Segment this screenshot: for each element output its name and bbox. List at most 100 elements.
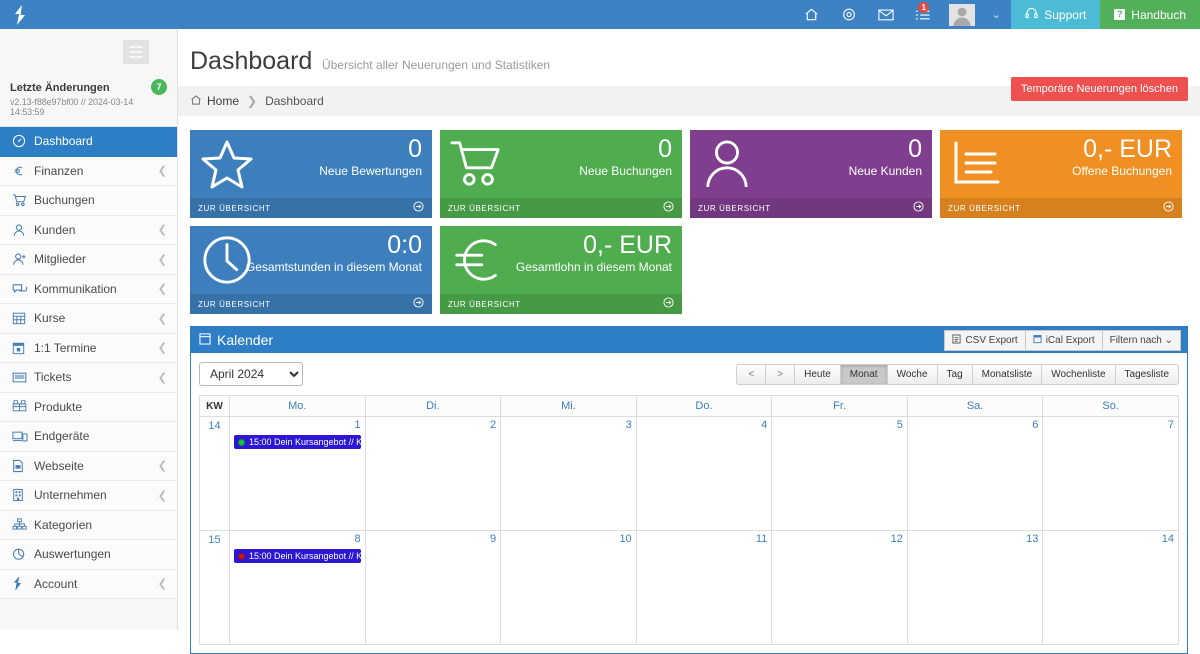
stat-card-footer-link[interactable]: ZUR ÜBERSICHT — [190, 294, 432, 314]
tasklist-icon[interactable]: 1 — [904, 0, 941, 29]
sidebar-item-1-1-termine[interactable]: 1:1 Termine❮ — [0, 334, 177, 364]
calendar-view-tagesliste[interactable]: Tagesliste — [1115, 364, 1179, 385]
chevron-down-icon[interactable]: ⌄ — [981, 8, 1011, 21]
calendar-view-prev[interactable]: < — [736, 364, 765, 385]
calendar-button-label: iCal Export — [1046, 335, 1095, 346]
brand-logo-icon[interactable] — [0, 0, 40, 29]
stat-card[interactable]: 0Neue BewertungenZUR ÜBERSICHT — [190, 130, 432, 218]
stat-card-footer-link[interactable]: ZUR ÜBERSICHT — [440, 294, 682, 314]
calendar-event[interactable]: 15:00 Dein Kursangebot // K — [234, 549, 361, 563]
sidebar-item-kommunikation[interactable]: Kommunikation❮ — [0, 275, 177, 305]
calendar-day-cell[interactable]: 12 — [772, 531, 908, 645]
sidebar-item-account[interactable]: Account❮ — [0, 570, 177, 600]
calendar-view-woche[interactable]: Woche — [887, 364, 937, 385]
sidebar-item-label: Kurse — [34, 311, 158, 325]
stat-card[interactable]: 0,- EURGesamtlohn in diesem MonatZUR ÜBE… — [440, 226, 682, 314]
chevron-left-icon: ❮ — [158, 577, 167, 590]
calendar-view-next[interactable]: > — [765, 364, 794, 385]
sidebar-item-produkte[interactable]: Produkte — [0, 393, 177, 423]
calendar-day-cell[interactable]: 5 — [772, 417, 908, 531]
stat-card-grid: 0Neue BewertungenZUR ÜBERSICHT0Neue Buch… — [178, 116, 1200, 314]
calendar-day-cell[interactable]: 1 15:00 Dein Kursangebot // K — [230, 417, 366, 531]
calendar-view-wochenliste[interactable]: Wochenliste — [1041, 364, 1114, 385]
euro-icon — [448, 232, 506, 288]
sidebar-item-webseite[interactable]: Webseite❮ — [0, 452, 177, 482]
sidebar-item-buchungen[interactable]: Buchungen — [0, 186, 177, 216]
calendar-view-monatsliste[interactable]: Monatsliste — [972, 364, 1042, 385]
chevron-left-icon: ❮ — [158, 282, 167, 295]
calendar-view-monat[interactable]: Monat — [840, 364, 887, 385]
calendar-grid-icon — [12, 311, 34, 325]
calendar-day-cell[interactable]: 10 — [501, 531, 637, 645]
calendar-ical-export-button[interactable]: iCal Export — [1025, 330, 1102, 351]
delete-temporary-news-button[interactable]: Temporäre Neuerungen löschen — [1011, 77, 1188, 101]
sidebar-item-dashboard[interactable]: Dashboard — [0, 127, 177, 157]
avatar[interactable] — [949, 4, 975, 26]
envelope-icon[interactable] — [867, 0, 904, 29]
calendar-view-heute[interactable]: Heute — [794, 364, 840, 385]
chevron-left-icon: ❮ — [158, 312, 167, 325]
calendar-day-number: 2 — [370, 419, 497, 431]
calendar-day-number: 4 — [641, 419, 768, 431]
calendar-day-cell[interactable]: 7 — [1043, 417, 1179, 531]
breadcrumb-item-dashboard[interactable]: Dashboard — [265, 94, 324, 108]
recent-changes-title: Letzte Änderungen — [10, 82, 167, 94]
arrow-right-circle-icon — [663, 201, 674, 215]
calendar-csv-export-button[interactable]: CSV Export — [944, 330, 1024, 351]
stat-card-footer-label: ZUR ÜBERSICHT — [198, 204, 271, 213]
stat-card-footer-link[interactable]: ZUR ÜBERSICHT — [440, 198, 682, 218]
sidebar-item-tickets[interactable]: Tickets❮ — [0, 363, 177, 393]
stat-card-footer-link[interactable]: ZUR ÜBERSICHT — [190, 198, 432, 218]
sidebar-item-kunden[interactable]: Kunden❮ — [0, 216, 177, 246]
breadcrumb-home-label: Home — [207, 94, 239, 108]
sidebar-item-kurse[interactable]: Kurse❮ — [0, 304, 177, 334]
calendar-day-cell[interactable]: 11 — [636, 531, 772, 645]
calendar-grid: KWMo.Di.Mi.Do.Fr.Sa.So. 14115:00 Dein Ku… — [199, 395, 1179, 645]
calendar-day-number: 9 — [370, 533, 497, 545]
eye-icon[interactable] — [830, 0, 867, 29]
calendar-day-number: 11 — [641, 533, 768, 545]
stat-card[interactable]: 0Neue BuchungenZUR ÜBERSICHT — [440, 130, 682, 218]
calendar-day-cell[interactable]: 3 — [501, 417, 637, 531]
sidebar-item-mitglieder[interactable]: Mitglieder❮ — [0, 245, 177, 275]
sidebar: Letzte Änderungen v2.13-f88e97bf00 // 20… — [0, 29, 178, 630]
arrow-right-circle-icon — [913, 201, 924, 215]
calendar-day-cell[interactable]: 14 — [1043, 531, 1179, 645]
calendar-day-cell[interactable]: 13 — [907, 531, 1043, 645]
calendar-day-cell[interactable]: 9 — [365, 531, 501, 645]
calendar-day-cell[interactable]: 815:00 Dein Kursangebot // K — [230, 531, 366, 645]
calendar-view-tag[interactable]: Tag — [937, 364, 972, 385]
calendar-day-cell[interactable]: 6 — [907, 417, 1043, 531]
calendar-event[interactable]: 15:00 Dein Kursangebot // K — [234, 435, 361, 449]
stat-card-footer-link[interactable]: ZUR ÜBERSICHT — [690, 198, 932, 218]
sidebar-item-endger-te[interactable]: Endgeräte — [0, 422, 177, 452]
home-icon[interactable] — [793, 0, 830, 29]
stat-card[interactable]: 0Neue KundenZUR ÜBERSICHT — [690, 130, 932, 218]
stat-card[interactable]: 0:0Gesamtstunden in diesem MonatZUR ÜBER… — [190, 226, 432, 314]
sidebar-item-auswertungen[interactable]: Auswertungen — [0, 540, 177, 570]
sidebar-item-finanzen[interactable]: Finanzen❮ — [0, 157, 177, 187]
arrow-right-circle-icon — [1163, 201, 1174, 215]
sitemap-icon — [12, 518, 34, 531]
calendar-filtern-nach-button[interactable]: Filtern nach ⌄ — [1102, 330, 1181, 351]
sidebar-item-label: Tickets — [34, 370, 158, 384]
sidebar-item-kategorien[interactable]: Kategorien — [0, 511, 177, 541]
calendar-day-number: 14 — [1047, 533, 1174, 545]
sidebar-item-unternehmen[interactable]: Unternehmen❮ — [0, 481, 177, 511]
calendar-day-cell[interactable]: 2 — [365, 417, 501, 531]
sidebar-toggle-button[interactable] — [123, 40, 149, 64]
support-button[interactable]: Support — [1011, 0, 1100, 29]
stat-card[interactable]: 0,- EUROffene BuchungenZUR ÜBERSICHT — [940, 130, 1182, 218]
page-subtitle: Übersicht aller Neuerungen und Statistik… — [322, 58, 550, 72]
building-icon — [12, 488, 34, 502]
piechart-icon — [12, 547, 34, 561]
calendar-week-number: 15 — [200, 531, 230, 645]
recent-changes-block[interactable]: Letzte Änderungen v2.13-f88e97bf00 // 20… — [0, 74, 177, 127]
breadcrumb-item-home[interactable]: Home — [190, 94, 239, 109]
calendar-day-number: 1 — [234, 419, 361, 431]
event-label: 15:00 Dein Kursangebot // K — [249, 437, 361, 447]
stat-card-footer-link[interactable]: ZUR ÜBERSICHT — [940, 198, 1182, 218]
calendar-day-cell[interactable]: 4 — [636, 417, 772, 531]
month-select[interactable]: April 2024 — [199, 362, 303, 386]
handbuch-button[interactable]: ? Handbuch — [1100, 0, 1200, 29]
